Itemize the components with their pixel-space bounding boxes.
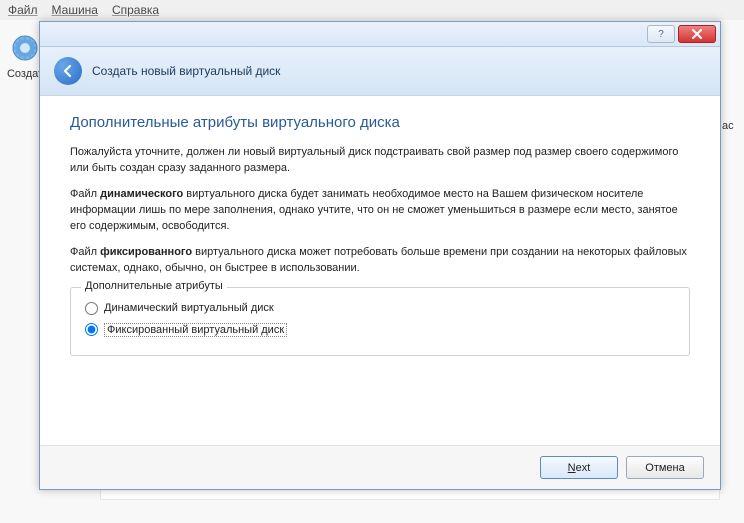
radio-dynamic-input[interactable] [85,302,98,315]
gear-icon[interactable] [9,32,41,64]
close-button[interactable] [678,25,716,43]
radio-dynamic-label[interactable]: Динамический виртуальный диск [104,302,274,314]
intro-paragraph: Пожалуйста уточните, должен ли новый вир… [70,145,690,177]
dynamic-paragraph: Файл динамического виртуального диска бу… [70,187,690,235]
menu-file[interactable]: Файл [8,3,38,17]
wizard-dialog: ? Создать новый виртуальный диск Дополни… [39,21,721,490]
help-button[interactable]: ? [647,25,675,43]
radio-dynamic[interactable]: Динамический виртуальный диск [83,298,677,319]
radio-fixed-label[interactable]: Фиксированный виртуальный диск [104,323,287,337]
page-heading: Дополнительные атрибуты виртуального дис… [70,114,690,131]
wizard-title: Создать новый виртуальный диск [92,64,280,78]
titlebar: ? [40,22,720,47]
wizard-header: Создать новый виртуальный диск [40,47,720,96]
right-fragment: ас [722,120,744,180]
close-icon [690,29,704,39]
wizard-content: Дополнительные атрибуты виртуального дис… [40,96,720,445]
menubar: Файл Машина Справка [0,0,744,20]
fixed-paragraph: Файл фиксированного виртуального диска м… [70,245,690,277]
attributes-fieldset: Дополнительные атрибуты Динамический вир… [70,287,690,356]
menu-help[interactable]: Справка [112,3,159,17]
menu-machine[interactable]: Машина [52,3,98,17]
fieldset-legend: Дополнительные атрибуты [81,280,227,292]
cancel-button[interactable]: Отмена [626,456,704,479]
radio-fixed-input[interactable] [85,323,98,336]
next-button[interactable]: Next [540,456,618,479]
wizard-footer: Next Отмена [40,445,720,489]
arrow-left-icon [60,63,76,79]
radio-fixed[interactable]: Фиксированный виртуальный диск [83,319,677,341]
back-button[interactable] [54,57,82,85]
